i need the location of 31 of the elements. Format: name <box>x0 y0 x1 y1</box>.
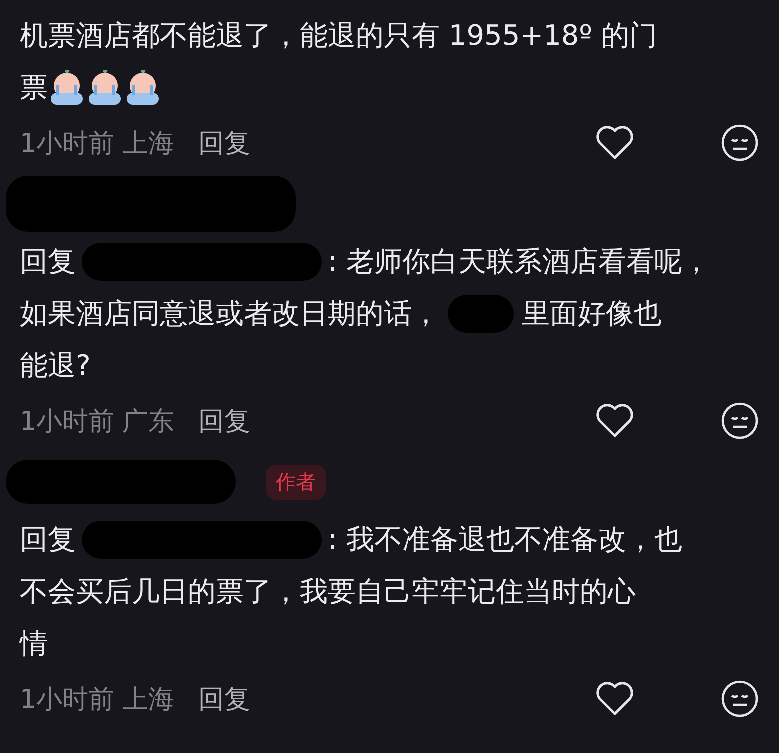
heart-icon[interactable] <box>595 681 635 717</box>
comment-location: 广东 <box>122 406 175 438</box>
neutral-face-icon[interactable] <box>721 402 759 440</box>
comment-location: 上海 <box>122 684 175 716</box>
heart-icon[interactable] <box>595 125 635 161</box>
comment-text: 能退? <box>20 348 91 384</box>
comment-text: 机票酒店都不能退了，能退的只有 1955+18º 的门 <box>20 18 658 54</box>
comment-time: 1小时前 <box>20 128 115 160</box>
comment-text: 回复 <box>20 244 76 280</box>
redaction-mark <box>448 295 514 333</box>
reply-link[interactable]: 回复 <box>198 404 251 438</box>
comment-time: 1小时前 <box>20 684 115 716</box>
heart-icon[interactable] <box>595 403 635 439</box>
crying-emoji-icon <box>48 69 86 107</box>
comment-text: 不会买后几日的票了，我要自己牢牢记住当时的心 <box>20 574 636 610</box>
comment-text: : 我不准备退也不准备改，也 <box>328 522 682 558</box>
comment-text: 票 <box>20 70 48 106</box>
comment-text: 情 <box>20 626 48 662</box>
comment-text: 如果酒店同意退或者改日期的话， <box>20 296 440 332</box>
comment-text: 里面好像也 <box>522 296 662 332</box>
neutral-face-icon[interactable] <box>721 124 759 162</box>
reply-link[interactable]: 回复 <box>198 126 251 160</box>
crying-emoji-icon <box>124 69 162 107</box>
comment-location: 上海 <box>122 128 175 160</box>
comment-time: 1小时前 <box>20 406 115 438</box>
comment-text: 回复 <box>20 522 76 558</box>
author-badge: 作者 <box>266 464 326 500</box>
reply-link[interactable]: 回复 <box>198 682 251 716</box>
crying-emoji-icon <box>86 69 124 107</box>
comment-text: : 老师你白天联系酒店看看呢， <box>328 244 710 280</box>
neutral-face-icon[interactable] <box>721 680 759 718</box>
